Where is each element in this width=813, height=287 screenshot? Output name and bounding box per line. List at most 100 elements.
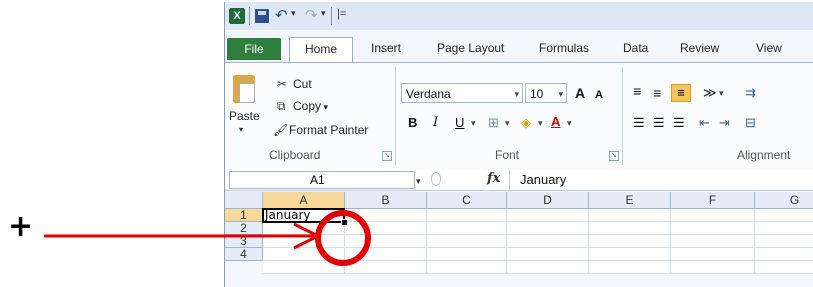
grid-cell[interactable] [671,248,755,261]
grid-cell[interactable] [345,235,427,248]
grid-cell[interactable] [589,209,671,222]
select-all-corner[interactable] [225,192,263,209]
grid-cell[interactable] [507,235,589,248]
column-header[interactable]: G [755,192,813,209]
grid-cell[interactable] [507,248,589,261]
bold-button[interactable]: B [408,113,417,133]
grid-cell[interactable] [427,235,507,248]
column-header[interactable]: C [427,192,507,209]
grid-cell[interactable] [345,222,427,235]
column-header[interactable]: D [507,192,589,209]
font-color-icon[interactable]: A [551,112,560,132]
grid-cell[interactable] [345,209,427,222]
borders-icon[interactable]: ⊞ [488,113,499,133]
grid-cell[interactable] [755,261,813,274]
align-top-icon[interactable]: ≡ [633,81,641,101]
italic-button[interactable]: I [433,113,438,133]
wrap-text-icon[interactable]: ⇉ [745,83,756,103]
column-header[interactable]: F [671,192,755,209]
grid-cell[interactable] [345,248,427,261]
excel-logo-icon[interactable]: X [229,8,245,24]
customize-toolbar-icon[interactable]: |= [337,8,346,24]
increase-indent-icon[interactable]: ⇥ [719,113,730,133]
grid-cell[interactable] [263,222,345,235]
toolbar-divider [249,7,250,25]
orientation-icon[interactable]: ≫ [703,83,717,103]
cut-button[interactable]: ✂ Cut [277,75,312,93]
tab-insert[interactable]: Insert [371,37,401,59]
cell-a1[interactable]: January [263,209,345,222]
grid-cell[interactable] [755,248,813,261]
orientation-dropdown-icon[interactable]: ▾ [719,83,724,103]
tab-file[interactable]: File [227,38,281,60]
grid-cell[interactable] [589,248,671,261]
name-box-dropdown-icon[interactable]: ▾ [416,173,421,189]
paste-dropdown-icon[interactable]: ▾ [239,125,243,134]
shrink-font-button[interactable]: A [595,85,603,105]
tab-home[interactable]: Home [289,37,353,64]
grid-cell[interactable] [671,235,755,248]
tab-review[interactable]: Review [680,37,719,59]
font-name-select[interactable]: Verdana ▾ [401,83,523,103]
grid-cell[interactable] [671,261,755,274]
align-middle-icon[interactable]: ≡ [653,83,661,103]
grid-cell[interactable] [671,222,755,235]
align-left-icon[interactable]: ☰ [633,113,645,133]
grid-cell[interactable] [427,222,507,235]
font-size-select[interactable]: 10 ▾ [525,83,567,103]
grid-cell[interactable] [671,209,755,222]
row-header[interactable]: 4 [225,248,263,261]
column-header[interactable]: E [589,192,671,209]
grid-cell[interactable] [263,261,345,274]
align-bottom-icon[interactable]: ≡ [671,84,691,102]
redo-icon[interactable]: ↷ [305,6,318,24]
fill-color-icon[interactable]: ◈ [521,113,531,133]
underline-dropdown-icon[interactable]: ▾ [471,113,476,133]
copy-button[interactable]: ⧉ Copy ▾ [277,97,328,115]
tab-view[interactable]: View [756,37,782,59]
clipboard-launcher-icon[interactable]: ↘ [382,151,392,161]
copy-dropdown-icon[interactable]: ▾ [321,102,329,112]
grid-cell[interactable] [507,261,589,274]
borders-dropdown-icon[interactable]: ▾ [505,113,510,133]
grid-cell[interactable] [755,235,813,248]
font-color-dropdown-icon[interactable]: ▾ [567,113,572,133]
grid-cell[interactable] [427,248,507,261]
tab-page-layout[interactable]: Page Layout [437,37,504,59]
grid-cell[interactable] [427,209,507,222]
grid-cell[interactable] [345,261,427,274]
name-box[interactable]: A1 [229,171,415,189]
grow-font-button[interactable]: A [575,83,585,103]
redo-dropdown-icon[interactable]: ▾ [321,8,326,24]
grid-cell[interactable] [755,209,813,222]
format-painter-button[interactable]: 🖌Format Painter [273,121,368,139]
grid-cell[interactable] [755,222,813,235]
grid-cell[interactable] [589,235,671,248]
underline-button[interactable]: U [455,113,464,133]
column-header[interactable]: B [345,192,427,209]
undo-icon[interactable]: ↶ [275,6,288,24]
fill-color-dropdown-icon[interactable]: ▾ [538,113,543,133]
insert-function-icon[interactable]: fx [487,171,500,186]
column-header[interactable]: A [263,192,345,209]
paste-icon[interactable] [233,75,255,103]
font-launcher-icon[interactable]: ↘ [609,151,619,161]
grid-cell[interactable] [427,261,507,274]
tab-formulas[interactable]: Formulas [539,37,589,59]
paste-button[interactable]: Paste [229,109,260,123]
cancel-entry-icon[interactable] [431,172,441,186]
align-right-icon[interactable]: ☰ [673,113,685,133]
formula-input[interactable]: January [509,170,813,190]
grid-cell[interactable] [263,235,345,248]
tab-data[interactable]: Data [623,37,648,59]
grid-cell[interactable] [263,248,345,261]
grid-cell[interactable] [589,261,671,274]
grid-cell[interactable] [507,209,589,222]
undo-dropdown-icon[interactable]: ▾ [291,8,296,24]
save-icon[interactable] [255,9,269,23]
grid-cell[interactable] [589,222,671,235]
decrease-indent-icon[interactable]: ⇤ [699,113,710,133]
grid-cell[interactable] [507,222,589,235]
merge-center-icon[interactable]: ⊟ [745,113,756,133]
align-center-icon[interactable]: ☰ [653,113,665,133]
